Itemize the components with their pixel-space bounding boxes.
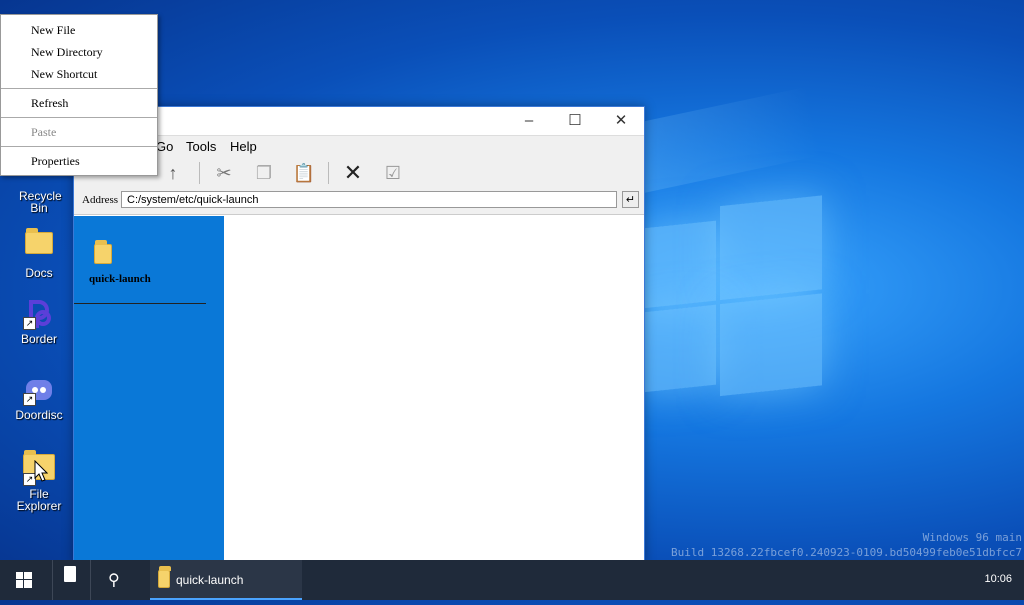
search-icon[interactable]: ⚲	[108, 570, 120, 590]
menu-separator	[1, 117, 157, 118]
explorer-window[interactable]: ch – ☐ ✕ Go Tools Help ↑ ✂ ❐ 📋 ✕ ☑ Addre…	[73, 106, 645, 563]
desktop-icon-docs[interactable]: Docs	[6, 226, 72, 280]
folder-icon	[158, 566, 171, 588]
toolbar: ↑ ✂ ❐ 📋 ✕ ☑	[74, 158, 644, 188]
shortcut-arrow-icon: ↗	[23, 317, 36, 330]
toolbar-separator	[199, 162, 200, 184]
delete-icon[interactable]: ✕	[340, 162, 366, 184]
page-icon[interactable]	[64, 566, 76, 582]
cut-icon[interactable]: ✂	[211, 162, 237, 184]
taskbar-item-quick-launch[interactable]: quick-launch	[150, 560, 302, 600]
start-button[interactable]	[0, 560, 48, 600]
folder-icon	[23, 228, 55, 264]
taskbar: ⚲ quick-launch 10:06	[0, 560, 1024, 600]
divider	[74, 303, 206, 304]
toolbar-separator	[328, 162, 329, 184]
build-watermark-line1: Windows 96 main	[922, 531, 1022, 544]
desktop-icon-label: Border	[20, 332, 58, 346]
windows-start-icon	[16, 572, 32, 588]
left-pane: quick-launch	[74, 216, 224, 562]
properties-icon[interactable]: ☑	[380, 162, 406, 184]
taskbar-item-label: quick-launch	[176, 573, 244, 587]
desktop-icon-label: Recycle Bin	[19, 189, 62, 215]
menu-tools[interactable]: Tools	[186, 139, 216, 154]
clock[interactable]: 10:06	[984, 573, 1012, 585]
address-bar: Address C:/system/etc/quick-launch ↵	[74, 188, 644, 215]
left-pane-folder-name: quick-launch	[89, 273, 151, 285]
desktop-icon-label: Doordisc	[15, 408, 63, 422]
close-button[interactable]: ✕	[598, 107, 644, 135]
menu-separator	[1, 146, 157, 147]
desktop-icon-border[interactable]: ↗ Border	[6, 298, 72, 346]
mouse-cursor-icon	[34, 460, 48, 482]
menu-go[interactable]: Go	[156, 139, 173, 154]
desktop-icon-label: Docs	[25, 266, 53, 280]
taskbar-separator	[52, 560, 53, 600]
menu-item-paste: Paste	[31, 125, 57, 139]
taskbar-separator	[90, 560, 91, 600]
title-bar[interactable]: ch – ☐ ✕	[74, 107, 644, 135]
doordisc-app-icon: ↗	[23, 374, 55, 406]
windows-logo-wallpaper	[640, 195, 822, 404]
go-button[interactable]: ↵	[622, 191, 639, 208]
menu-item-new-file[interactable]: New File	[31, 23, 75, 38]
context-menu: New File New Directory New Shortcut Refr…	[0, 14, 158, 176]
menu-item-new-shortcut[interactable]: New Shortcut	[31, 67, 97, 82]
desktop-icon-doordisc[interactable]: ↗ Doordisc	[6, 374, 72, 422]
address-input[interactable]: C:/system/etc/quick-launch	[121, 191, 617, 208]
copy-icon[interactable]: ❐	[251, 162, 277, 184]
address-label: Address	[82, 194, 119, 206]
menu-item-refresh[interactable]: Refresh	[31, 96, 68, 111]
menu-item-new-directory[interactable]: New Directory	[31, 45, 103, 60]
minimize-button[interactable]: –	[506, 107, 552, 135]
shortcut-arrow-icon: ↗	[23, 393, 36, 406]
menu-item-properties[interactable]: Properties	[31, 154, 80, 169]
menu-bar: Go Tools Help	[74, 135, 644, 158]
menu-separator	[1, 88, 157, 89]
up-icon[interactable]: ↑	[160, 162, 186, 184]
file-list-area[interactable]	[224, 216, 644, 562]
paste-icon[interactable]: 📋	[291, 162, 317, 184]
build-watermark-line2: Build 13268.22fbcef0.240923-0109.bd50499…	[671, 546, 1022, 559]
maximize-button[interactable]: ☐	[552, 107, 598, 135]
menu-help[interactable]: Help	[230, 139, 257, 154]
folder-icon	[94, 240, 112, 264]
border-app-icon: ↗	[23, 298, 55, 330]
desktop-icon-label: File Explorer	[16, 487, 62, 513]
